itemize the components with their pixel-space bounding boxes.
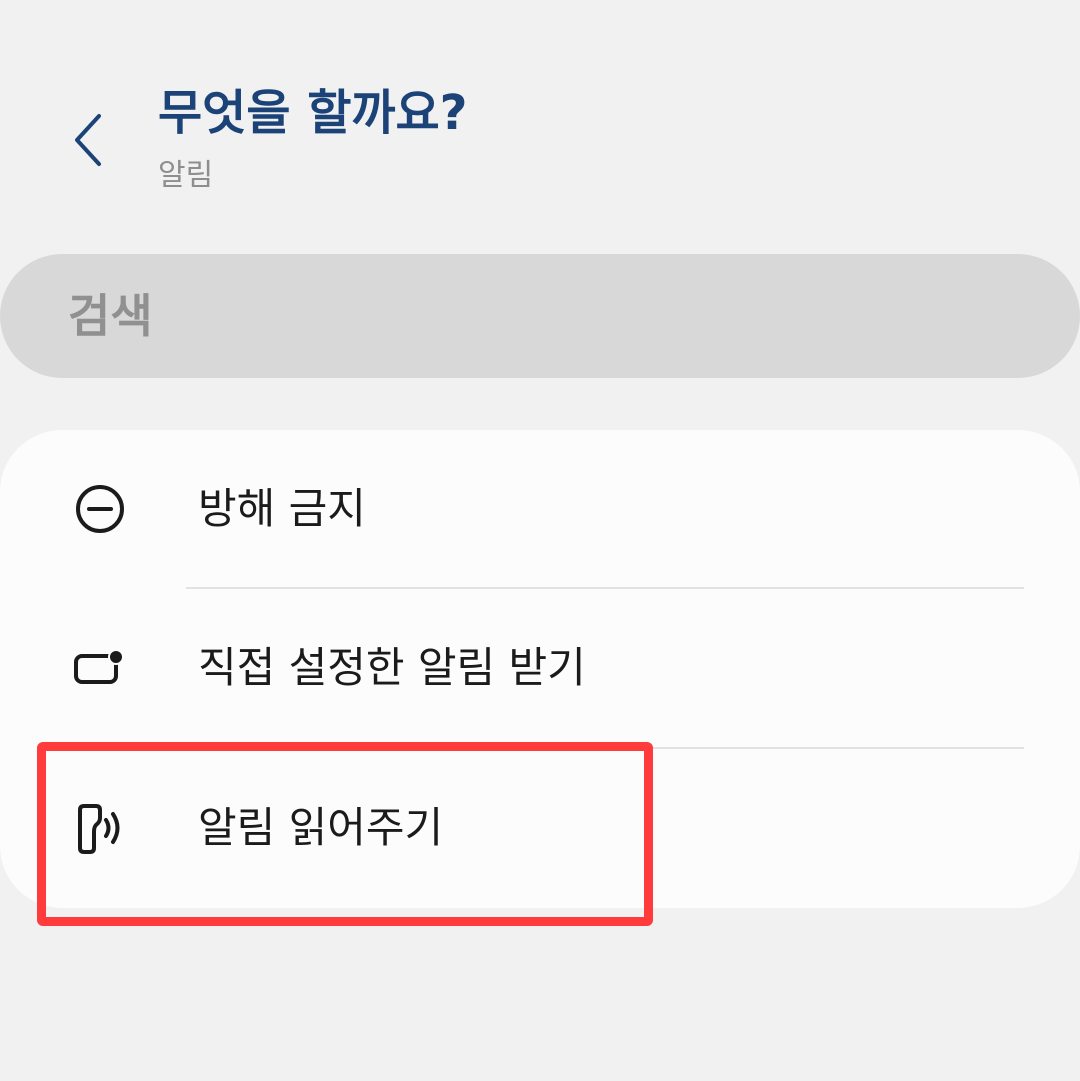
menu-item-label: 방해 금지 bbox=[198, 484, 366, 533]
page-subtitle: 알림 bbox=[158, 158, 214, 193]
menu-item-label: 알림 읽어주기 bbox=[198, 803, 444, 852]
page-title: 무엇을 할까요? bbox=[158, 85, 468, 141]
search-placeholder: 검색 bbox=[68, 289, 153, 343]
app-header: 무엇을 할까요? 알림 bbox=[0, 0, 1080, 220]
options-card: 방해 금지 직접 설정한 알림 받기 알림 읽어주기 bbox=[0, 430, 1080, 908]
notification-dot-icon bbox=[66, 634, 134, 702]
chevron-left-icon bbox=[75, 114, 101, 166]
back-button[interactable] bbox=[58, 100, 120, 180]
do-not-disturb-icon bbox=[66, 475, 134, 543]
menu-item-read-aloud[interactable]: 알림 읽어주기 bbox=[0, 749, 1080, 907]
menu-item-custom-notifications[interactable]: 직접 설정한 알림 받기 bbox=[0, 589, 1080, 747]
menu-item-do-not-disturb[interactable]: 방해 금지 bbox=[0, 430, 1080, 588]
menu-item-label: 직접 설정한 알림 받기 bbox=[198, 643, 586, 692]
search-input[interactable]: 검색 bbox=[0, 254, 1080, 378]
read-aloud-icon bbox=[66, 794, 134, 862]
